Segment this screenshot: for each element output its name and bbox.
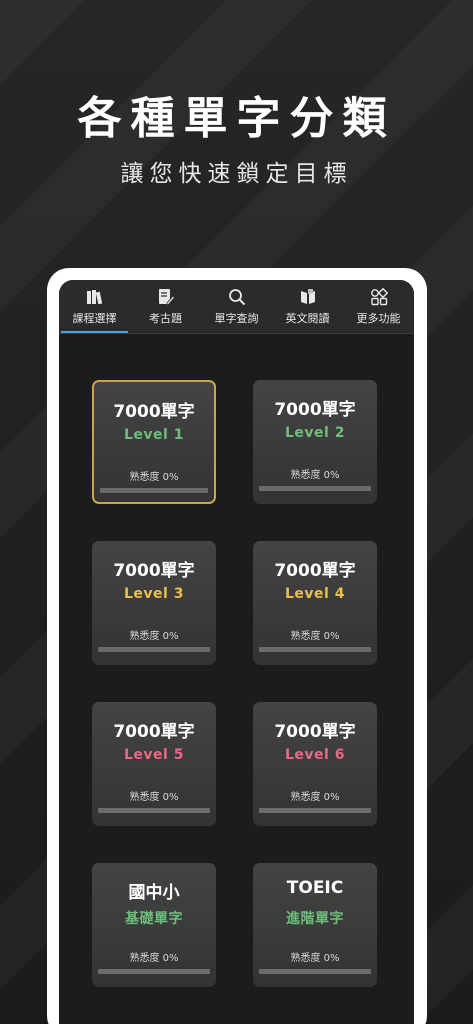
card-title: 7000單字 [274,722,356,742]
familiarity-label: 熟悉度 0% [129,953,179,964]
course-card-7000-level-5[interactable]: 7000單字 Level 5 熟悉度 0% [92,702,216,826]
tab-label: 單字查詢 [214,311,259,325]
familiarity-label: 熟悉度 0% [290,631,340,642]
search-icon [228,288,245,305]
familiarity-progress-bar [98,969,210,974]
card-subtitle: 進階單字 [286,911,344,927]
tab-english-reading[interactable]: 英文閱讀 [272,280,343,333]
books-icon [86,289,102,304]
familiarity-progress-bar [98,647,210,652]
card-title: 7000單字 [113,722,195,742]
familiarity-label: 熟悉度 0% [129,792,179,803]
card-subtitle: Level 6 [285,747,345,763]
familiarity-progress-bar [100,488,208,493]
familiarity-label: 熟悉度 0% [129,472,179,483]
familiarity-label: 熟悉度 0% [129,631,179,642]
tab-past-exams[interactable]: 考古題 [130,280,201,333]
familiarity-progress-bar [259,647,371,652]
familiarity-label: 熟悉度 0% [290,470,340,481]
edit-document-icon [158,288,175,306]
promo-title: 各種單字分類 [77,93,396,144]
course-card-elementary-basic[interactable]: 國中小 基礎單字 熟悉度 0% [92,863,216,987]
tab-course-selection[interactable]: 課程選擇 [59,280,130,333]
tab-label: 更多功能 [356,311,401,325]
card-subtitle: Level 1 [124,427,184,443]
course-card-7000-level-2[interactable]: 7000單字 Level 2 熟悉度 0% [253,380,377,504]
tab-label: 考古題 [149,311,182,325]
card-title: TOEIC [286,878,344,898]
familiarity-progress-bar [259,808,371,813]
familiarity-progress-bar [98,808,210,813]
familiarity-progress-bar [259,969,371,974]
familiarity-label: 熟悉度 0% [290,792,340,803]
card-title: 國中小 [128,883,180,903]
tab-word-search[interactable]: 單字查詢 [201,280,272,333]
course-card-toeic-advanced[interactable]: TOEIC 進階單字 熟悉度 0% [253,863,377,987]
top-tab-bar: 課程選擇 考古題 單字查詢 英文閱讀 更多功能 [59,280,414,334]
course-card-7000-level-4[interactable]: 7000單字 Level 4 熟悉度 0% [253,541,377,665]
card-title: 7000單字 [113,561,195,581]
tab-label: 課程選擇 [72,311,117,325]
card-subtitle: Level 4 [285,586,345,602]
card-subtitle: Level 2 [285,425,345,441]
tab-more-features[interactable]: 更多功能 [343,280,414,333]
grid-shapes-icon [370,287,388,305]
card-subtitle: 基礎單字 [125,911,183,927]
card-title: 7000單字 [274,561,356,581]
course-card-7000-level-1[interactable]: 7000單字 Level 1 熟悉度 0% [92,380,216,504]
familiarity-label: 熟悉度 0% [290,953,340,964]
course-card-7000-level-3[interactable]: 7000單字 Level 3 熟悉度 0% [92,541,216,665]
promo-subtitle: 讓您快速鎖定目標 [120,161,353,187]
card-subtitle: Level 5 [124,747,184,763]
course-grid: 7000單字 Level 1 熟悉度 0% 7000單字 Level 2 熟悉度… [92,380,377,987]
card-title: 7000單字 [113,402,195,422]
tab-label: 英文閱讀 [285,311,330,325]
open-book-icon [300,288,315,304]
card-title: 7000單字 [274,400,356,420]
app-screen: 課程選擇 考古題 單字查詢 英文閱讀 更多功能 7000單字 Level 1 熟… [59,280,414,1024]
familiarity-progress-bar [259,486,371,491]
course-card-7000-level-6[interactable]: 7000單字 Level 6 熟悉度 0% [253,702,377,826]
card-subtitle: Level 3 [124,586,184,602]
